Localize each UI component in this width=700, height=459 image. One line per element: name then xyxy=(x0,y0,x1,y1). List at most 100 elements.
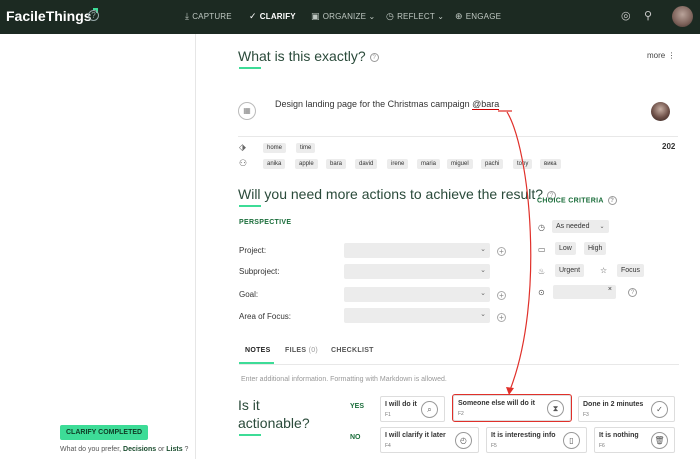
clear-icon[interactable]: × xyxy=(608,286,612,293)
chevron-down-icon: ⌄ xyxy=(480,246,486,253)
hourglass-icon: ⧗ xyxy=(547,400,564,417)
notes-input[interactable]: Enter additional information. Formatting… xyxy=(241,376,447,383)
i-will-do-it-button[interactable]: I will do it F1 ⌕ xyxy=(380,396,445,422)
user-avatar[interactable] xyxy=(672,6,693,27)
subproject-select[interactable]: ⌄ xyxy=(344,264,490,279)
reflect-icon: ◷ xyxy=(386,11,395,21)
help-icon[interactable]: ? xyxy=(88,10,99,21)
area-of-focus-label: Area of Focus: xyxy=(239,312,292,321)
tab-notes[interactable]: NOTES xyxy=(245,347,271,354)
urgent-button[interactable]: Urgent xyxy=(555,264,585,277)
energy-low-button[interactable]: Low xyxy=(555,242,576,255)
clarify-icon: ✓ xyxy=(249,11,257,21)
trash-icon: 🗑 xyxy=(651,432,668,449)
do-it-icon: ⌕ xyxy=(421,401,438,418)
clarify-completed-badge[interactable]: CLARIFY COMPLETED xyxy=(60,425,149,440)
engage-icon: ⊕ xyxy=(455,11,463,21)
goal-label: Goal: xyxy=(239,290,259,299)
capture-icon: ⤓ xyxy=(185,11,190,21)
person-chip[interactable]: irene xyxy=(387,159,409,169)
actionable-title: Is it actionable? xyxy=(238,397,310,431)
battery-icon: ▭ xyxy=(538,245,546,254)
tab-checklist[interactable]: CHECKLIST xyxy=(331,347,374,354)
target-icon[interactable]: ◎ xyxy=(621,9,631,22)
nav-capture[interactable]: ⤓ CAPTURE xyxy=(185,11,232,22)
left-panel xyxy=(0,34,196,459)
person-chip[interactable]: miguel xyxy=(447,159,473,169)
goal-select[interactable]: ⌄ xyxy=(344,287,490,302)
energy-high-button[interactable]: High xyxy=(584,242,607,255)
nav-engage[interactable]: ⊕ ENGAGE xyxy=(455,11,501,22)
title-underline xyxy=(239,67,261,69)
nav-reflect[interactable]: ◷ REFLECT ⌄ xyxy=(386,11,444,22)
check-icon: ✓ xyxy=(651,401,668,418)
tag-icon: ⬗ xyxy=(239,142,246,152)
divider xyxy=(238,136,678,137)
person-chip[interactable]: tony xyxy=(513,159,533,169)
person-chip[interactable]: pachi xyxy=(481,159,504,169)
add-area-icon[interactable]: + xyxy=(497,313,506,322)
add-goal-icon[interactable]: + xyxy=(497,291,506,300)
clock-icon: ◷ xyxy=(538,223,545,232)
search-icon[interactable]: ⚲ xyxy=(644,9,652,22)
person-chip[interactable]: вика xyxy=(540,159,561,169)
help-icon[interactable]: ? xyxy=(628,288,637,297)
mention-bara[interactable]: @bara xyxy=(472,99,500,110)
target-icon: ⊙ xyxy=(538,288,545,297)
lists-link[interactable]: Lists xyxy=(166,446,182,453)
it-is-nothing-button[interactable]: It is nothing F6 🗑 xyxy=(594,427,675,453)
prefer-text: What do you prefer, Decisions or Lists ? xyxy=(60,446,189,453)
tag-chip[interactable]: home xyxy=(263,143,287,153)
help-icon[interactable]: ? xyxy=(369,52,379,62)
calendar-icon[interactable]: ▦ xyxy=(238,102,256,120)
person-chip[interactable]: apple xyxy=(295,159,318,169)
interesting-info-button[interactable]: It is interesting info F5 ▯ xyxy=(486,427,587,453)
decisions-link[interactable]: Decisions xyxy=(123,446,156,453)
bookmark-icon: ▯ xyxy=(563,432,580,449)
task-text[interactable]: Design landing page for the Christmas ca… xyxy=(275,99,500,110)
subproject-label: Subproject: xyxy=(239,267,280,276)
nav-clarify[interactable]: ✓ CLARIFY xyxy=(249,11,296,22)
title-underline xyxy=(239,205,261,207)
person-chip[interactable]: anika xyxy=(263,159,286,169)
nav-organize[interactable]: ▣ ORGANIZE ⌄ xyxy=(311,11,375,22)
done-in-2-minutes-button[interactable]: Done in 2 minutes F3 ✓ xyxy=(578,396,675,422)
chevron-down-icon: ⌄ xyxy=(368,12,376,21)
area-of-focus-select[interactable]: ⌄ xyxy=(344,308,490,323)
tab-files[interactable]: FILES (0) xyxy=(285,347,318,354)
someone-else-will-do-it-button[interactable]: Someone else will do it F2 ⧗ xyxy=(452,394,572,422)
delegate-avatar[interactable] xyxy=(651,102,670,121)
organize-icon: ▣ xyxy=(311,11,320,21)
title-underline xyxy=(239,434,261,436)
clarify-later-button[interactable]: I will clarify it later F4 ◴ xyxy=(380,427,479,453)
chevron-down-icon: ⌄ xyxy=(599,224,605,230)
chevron-down-icon: ⌄ xyxy=(480,267,486,274)
project-label: Project: xyxy=(239,246,267,255)
more-menu[interactable]: more ⋮ xyxy=(647,51,675,60)
person-chip[interactable]: david xyxy=(355,159,378,169)
yes-label: YES xyxy=(350,403,365,410)
flame-icon: ♨ xyxy=(538,267,546,276)
chevron-down-icon: ⌄ xyxy=(437,12,445,21)
project-select[interactable]: ⌄ xyxy=(344,243,490,258)
more-dots-icon: ⋮ xyxy=(667,51,676,60)
perspective-label: PERSPECTIVE xyxy=(239,219,292,226)
add-project-icon[interactable]: + xyxy=(497,247,506,256)
no-label: NO xyxy=(350,434,361,441)
chevron-down-icon: ⌄ xyxy=(480,311,486,318)
star-icon: ☆ xyxy=(600,266,608,275)
top-navigation-bar: FacileThings ? ⤓ CAPTURE ✓ CLARIFY ▣ ORGANI… xyxy=(0,0,700,34)
criteria-select[interactable]: × xyxy=(553,285,616,299)
tag-chip[interactable]: time xyxy=(296,143,316,153)
person-icon: ⚇ xyxy=(239,158,248,168)
choice-criteria-label: CHOICE CRITERIA? xyxy=(537,196,617,205)
counter: 202 xyxy=(662,142,676,151)
person-chip[interactable]: maria xyxy=(417,159,441,169)
focus-button[interactable]: Focus xyxy=(617,264,645,277)
help-icon[interactable]: ? xyxy=(607,196,617,205)
app-logo[interactable]: FacileThings xyxy=(6,8,98,24)
chevron-down-icon: ⌄ xyxy=(480,290,486,297)
person-chip[interactable]: bara xyxy=(326,159,347,169)
time-select[interactable]: As needed ⌄ xyxy=(552,220,609,233)
divider xyxy=(239,364,679,365)
